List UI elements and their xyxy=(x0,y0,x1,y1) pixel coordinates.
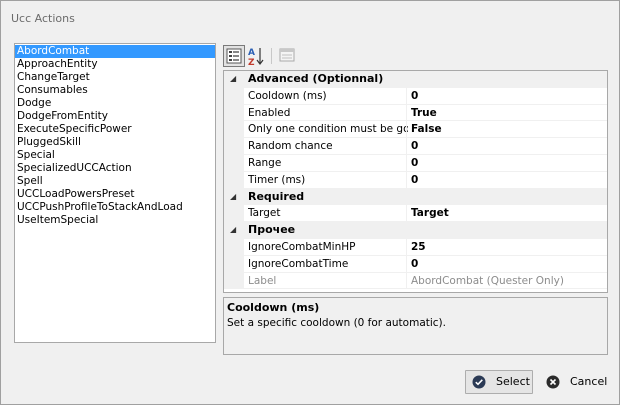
property-row[interactable]: Range 0 xyxy=(224,154,607,172)
select-button-label: Select xyxy=(496,375,530,388)
property-value[interactable]: 0 xyxy=(411,172,607,189)
column-divider[interactable] xyxy=(406,138,407,155)
list-item[interactable]: Consumables xyxy=(15,84,215,97)
description-panel: Cooldown (ms) Set a specific cooldown (0… xyxy=(223,297,608,355)
property-name: Enabled xyxy=(248,106,291,119)
property-row[interactable]: Cooldown (ms) 0 xyxy=(224,87,607,105)
list-item[interactable]: UseItemSpecial xyxy=(15,214,215,227)
collapse-arrow-icon[interactable]: ◢ xyxy=(230,71,236,88)
list-item[interactable]: AbordCombat xyxy=(15,45,215,58)
description-text: Set a specific cooldown (0 for automatic… xyxy=(227,317,446,329)
property-value[interactable]: True xyxy=(411,105,607,122)
list-item[interactable]: PluggedSkill xyxy=(15,136,215,149)
select-button[interactable]: Select xyxy=(465,370,533,394)
close-circle-icon xyxy=(546,375,560,389)
list-item[interactable]: ChangeTarget xyxy=(15,71,215,84)
collapse-arrow-icon[interactable]: ◢ xyxy=(230,222,236,239)
row-gutter xyxy=(224,272,244,290)
actions-list[interactable]: AbordCombat ApproachEntity ChangeTarget Con… xyxy=(14,43,216,343)
property-row[interactable]: Timer (ms) 0 xyxy=(224,171,607,189)
column-divider[interactable] xyxy=(406,171,407,189)
row-gutter xyxy=(224,171,244,189)
property-value[interactable]: 0 xyxy=(411,155,607,172)
row-gutter xyxy=(224,121,244,139)
column-divider[interactable] xyxy=(406,272,407,290)
row-gutter xyxy=(224,255,244,273)
row-gutter xyxy=(224,205,244,223)
list-item[interactable]: Special xyxy=(15,149,215,162)
property-row[interactable]: Target Target xyxy=(224,205,607,223)
column-divider[interactable] xyxy=(406,238,407,256)
window-title: Ucc Actions xyxy=(11,12,75,25)
property-name: IgnoreCombatMinHP xyxy=(248,240,356,253)
property-row[interactable]: IgnoreCombatTime 0 xyxy=(224,255,607,273)
cancel-button-label: Cancel xyxy=(570,375,608,388)
property-value[interactable]: 0 xyxy=(411,138,607,155)
categorized-button[interactable] xyxy=(223,45,245,67)
property-row[interactable]: Only one condition must be good False xyxy=(224,121,607,139)
row-line xyxy=(244,288,607,290)
cancel-button[interactable]: Cancel xyxy=(539,370,609,394)
property-value: AbordCombat (Quester Only) xyxy=(411,274,564,287)
list-item[interactable]: ApproachEntity xyxy=(15,58,215,71)
list-item[interactable]: UCCPushProfileToStackAndLoad xyxy=(15,201,215,214)
toolbar-separator xyxy=(271,48,272,64)
column-divider[interactable] xyxy=(406,154,407,172)
property-name: Random chance xyxy=(248,140,333,153)
row-gutter xyxy=(224,104,244,122)
category-row[interactable]: ◢ Прочее xyxy=(224,222,607,239)
list-item[interactable]: SpecializedUCCAction xyxy=(15,162,215,175)
property-value[interactable]: Target xyxy=(411,205,607,222)
list-item[interactable]: Dodge xyxy=(15,97,215,110)
property-row[interactable]: Enabled True xyxy=(224,104,607,122)
property-name: Timer (ms) xyxy=(248,173,306,186)
property-name: Cooldown (ms) xyxy=(248,89,327,102)
column-divider[interactable] xyxy=(406,87,407,105)
property-pages-button[interactable] xyxy=(277,45,299,67)
row-gutter xyxy=(224,238,244,256)
property-value[interactable]: 0 xyxy=(411,88,607,105)
description-title: Cooldown (ms) xyxy=(227,301,320,314)
property-name: Range xyxy=(248,156,282,169)
collapse-arrow-icon[interactable]: ◢ xyxy=(230,189,236,206)
alphabetical-button[interactable]: A Z xyxy=(246,45,268,67)
row-gutter xyxy=(224,87,244,105)
column-divider[interactable] xyxy=(406,255,407,273)
property-name: Label xyxy=(248,274,277,287)
category-row[interactable]: ◢ Advanced (Optionnal) xyxy=(224,71,607,88)
category-label: Required xyxy=(248,189,305,203)
property-name: Target xyxy=(248,207,281,220)
column-divider[interactable] xyxy=(406,205,407,223)
category-label: Advanced (Optionnal) xyxy=(248,72,384,85)
property-row[interactable]: Random chance 0 xyxy=(224,138,607,155)
svg-text:A: A xyxy=(248,48,255,58)
property-name: IgnoreCombatTime xyxy=(248,257,349,270)
property-value[interactable]: 25 xyxy=(411,239,607,256)
category-label: Прочее xyxy=(248,223,296,237)
check-circle-icon xyxy=(472,375,486,389)
property-pages-icon xyxy=(279,48,295,62)
list-item[interactable]: Spell xyxy=(15,175,215,188)
property-value[interactable]: 0 xyxy=(411,256,607,273)
svg-text:Z: Z xyxy=(248,58,255,67)
list-item[interactable]: UCCLoadPowersPreset xyxy=(15,188,215,201)
list-item[interactable]: DodgeFromEntity xyxy=(15,110,215,123)
categorized-icon xyxy=(226,48,242,64)
property-row[interactable]: IgnoreCombatMinHP 25 xyxy=(224,238,607,256)
property-name: Only one condition must be good xyxy=(248,123,408,136)
sort-az-icon: A Z xyxy=(248,48,264,67)
list-item[interactable]: ExecuteSpecificPower xyxy=(15,123,215,136)
row-gutter xyxy=(224,138,244,155)
property-row[interactable]: Label AbordCombat (Quester Only) xyxy=(224,272,607,290)
property-value[interactable]: False xyxy=(411,121,607,138)
category-row[interactable]: ◢ Required xyxy=(224,188,607,206)
row-gutter xyxy=(224,154,244,172)
column-divider[interactable] xyxy=(406,121,407,139)
ucc-actions-window: Ucc Actions AbordCombat ApproachEntity Cha… xyxy=(0,0,620,405)
property-grid[interactable]: ◢ Advanced (Optionnal) Cooldown (ms) 0 Enabl… xyxy=(223,70,608,293)
column-divider[interactable] xyxy=(406,104,407,122)
